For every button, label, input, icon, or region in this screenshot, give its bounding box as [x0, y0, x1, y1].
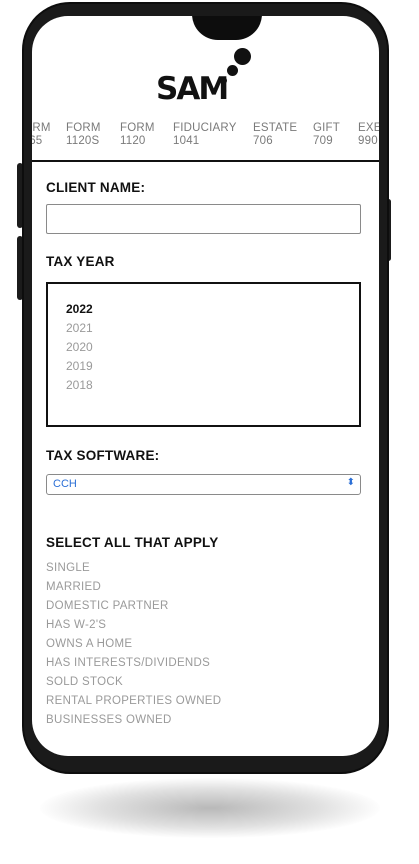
camera-notch [192, 16, 262, 40]
logo-dot-small [220, 77, 227, 84]
option-domestic-partner[interactable]: DOMESTIC PARTNER [46, 600, 169, 612]
option-has-w2s[interactable]: HAS W-2'S [46, 619, 106, 631]
tax-software-select[interactable]: CCH ⬍ [46, 474, 361, 495]
year-option-2019[interactable]: 2019 [66, 359, 93, 373]
tab-form-1120s[interactable]: FORM 1120S [66, 122, 101, 148]
option-owns-a-home[interactable]: OWNS A HOME [46, 638, 132, 650]
form-tabs: FORM1065 FORM1120S FORM1120 FIDUCIARY104… [32, 122, 379, 162]
year-option-2018[interactable]: 2018 [66, 378, 93, 392]
phone-shadow [40, 778, 380, 838]
year-option-2021[interactable]: 2021 [66, 321, 93, 335]
logo-dot-large [234, 48, 251, 65]
phone-screen: SAM FORM1065 FORM1120S FORM1120 FIDUCIAR… [32, 16, 379, 756]
client-name-input[interactable] [46, 204, 361, 234]
tab-exempt-990[interactable]: EXEMPT990 [358, 122, 379, 148]
logo-dot-medium [227, 65, 238, 76]
tab-estate-706[interactable]: ESTATE 706 [253, 122, 297, 148]
sam-logo: SAM [156, 46, 256, 107]
option-businesses-owned[interactable]: BUSINESSES OWNED [46, 714, 172, 726]
logo-text: SAM [156, 71, 229, 107]
tax-software-label: TAX SOFTWARE: [46, 448, 160, 463]
chevron-updown-icon: ⬍ [346, 477, 355, 488]
tax-year-label: TAX YEAR [46, 254, 115, 269]
tab-fiduciary-1041[interactable]: FIDUCIARY 1041 [173, 122, 237, 148]
option-sold-stock[interactable]: SOLD STOCK [46, 676, 123, 688]
tab-form-1120[interactable]: FORM 1120 [120, 122, 155, 148]
tab-form-1065[interactable]: FORM1065 [32, 122, 51, 148]
tax-software-value: CCH [53, 478, 77, 490]
option-has-interests-dividends[interactable]: HAS INTERESTS/DIVIDENDS [46, 657, 210, 669]
option-rental-properties-owned[interactable]: RENTAL PROPERTIES OWNED [46, 695, 221, 707]
select-all-label: SELECT ALL THAT APPLY [46, 535, 219, 550]
year-option-2020[interactable]: 2020 [66, 340, 93, 354]
client-name-label: CLIENT NAME: [46, 180, 146, 195]
tab-gift-709[interactable]: GIFT 709 [313, 122, 340, 148]
option-single[interactable]: SINGLE [46, 562, 90, 574]
tax-year-listbox[interactable]: 2022 2021 2020 2019 2018 [46, 282, 361, 427]
option-married[interactable]: MARRIED [46, 581, 101, 593]
year-option-2022[interactable]: 2022 [66, 302, 93, 316]
